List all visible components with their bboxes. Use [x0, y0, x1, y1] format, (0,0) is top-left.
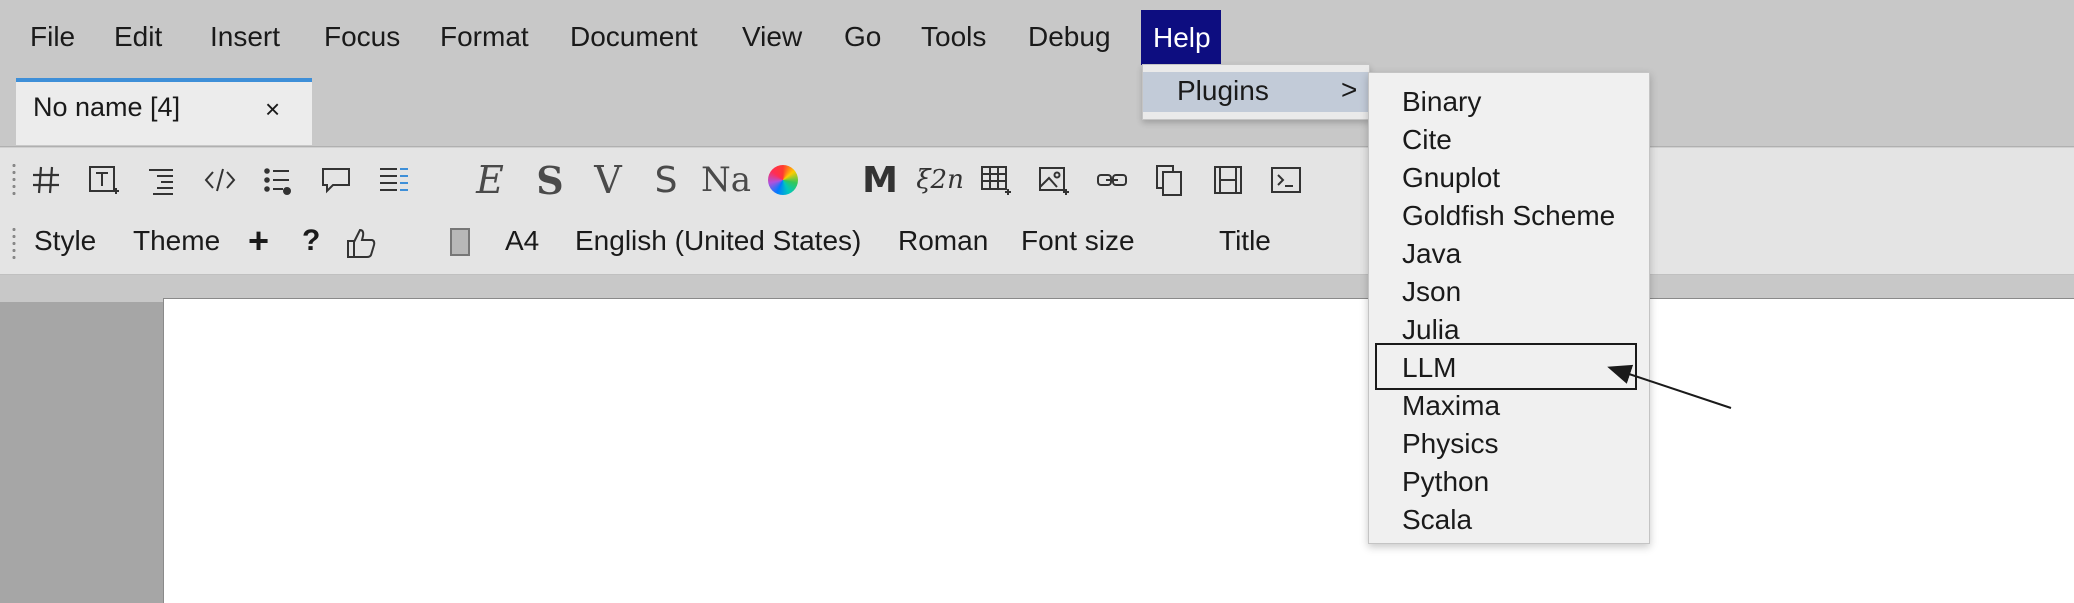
plus-icon[interactable]: +	[248, 220, 269, 262]
icon-toolbar: E S V S Na M ξ2n	[0, 147, 2074, 213]
plugin-binary[interactable]: Binary	[1402, 83, 1481, 121]
toolbar-grip[interactable]	[12, 162, 16, 198]
hash-icon[interactable]	[26, 160, 66, 200]
plugin-cite[interactable]: Cite	[1402, 121, 1452, 159]
menu-document[interactable]: Document	[558, 9, 710, 65]
plugin-json[interactable]: Json	[1402, 273, 1461, 311]
euler-e-icon[interactable]: E	[470, 158, 510, 202]
menu-insert[interactable]: Insert	[198, 9, 292, 65]
table-align-icon[interactable]	[374, 160, 414, 200]
menu-tools[interactable]: Tools	[909, 9, 998, 65]
v-icon[interactable]: V	[588, 158, 628, 202]
tab-bar: No name [4] ×	[0, 76, 2074, 147]
link-icon[interactable]	[1092, 160, 1132, 200]
comment-icon[interactable]	[316, 160, 356, 200]
menu-debug[interactable]: Debug	[1016, 9, 1123, 65]
language-button[interactable]: English (United States)	[575, 225, 861, 257]
plugin-scala[interactable]: Scala	[1402, 501, 1472, 539]
film-icon[interactable]	[1208, 160, 1248, 200]
list-icon[interactable]	[258, 160, 298, 200]
na-icon[interactable]: Na	[700, 160, 752, 200]
plugin-gnuplot[interactable]: Gnuplot	[1402, 159, 1500, 197]
tab-document[interactable]: No name [4] ×	[16, 78, 312, 145]
plugin-physics[interactable]: Physics	[1402, 425, 1498, 463]
bold-s-icon[interactable]: S	[530, 158, 570, 203]
thumbs-up-icon[interactable]	[344, 226, 378, 268]
menu-item-plugins[interactable]: Plugins >	[1143, 72, 1369, 112]
menu-format[interactable]: Format	[428, 9, 541, 65]
plugins-label: Plugins	[1177, 75, 1269, 106]
xi-power-icon[interactable]: ξ2n	[916, 160, 964, 200]
title-button[interactable]: Title	[1219, 225, 1271, 257]
llm-highlight-box	[1375, 343, 1637, 390]
color-wheel-icon[interactable]	[763, 160, 803, 200]
theme-button[interactable]: Theme	[133, 225, 220, 257]
plugin-java[interactable]: Java	[1402, 235, 1461, 273]
m-icon[interactable]: M	[860, 160, 900, 201]
plugins-submenu: Binary Cite Gnuplot Goldfish Scheme Java…	[1368, 72, 1650, 544]
document-page[interactable]	[163, 298, 2074, 603]
menu-help[interactable]: Help	[1141, 10, 1221, 65]
plugin-goldfish-scheme[interactable]: Goldfish Scheme	[1402, 197, 1615, 235]
paper-size-button[interactable]: A4	[505, 225, 539, 257]
chevron-right-icon: >	[1341, 74, 1358, 105]
code-icon[interactable]	[200, 160, 240, 200]
text-box-icon[interactable]	[84, 160, 124, 200]
copy-icon[interactable]	[1150, 160, 1190, 200]
tab-title: No name [4]	[33, 92, 181, 122]
table-insert-icon[interactable]	[976, 160, 1016, 200]
menu-file[interactable]: File	[18, 9, 87, 65]
menu-focus[interactable]: Focus	[312, 9, 412, 65]
font-size-button[interactable]: Font size	[1021, 225, 1135, 257]
menu-go[interactable]: Go	[832, 9, 893, 65]
align-icon[interactable]	[142, 160, 182, 200]
plugin-python[interactable]: Python	[1402, 463, 1489, 501]
question-icon[interactable]: ?	[302, 224, 320, 258]
page-icon[interactable]	[450, 228, 470, 256]
menu-bar: File Edit Insert Focus Format Document V…	[0, 0, 2074, 76]
image-insert-icon[interactable]	[1034, 160, 1074, 200]
terminal-icon[interactable]	[1266, 160, 1306, 200]
format-toolbar: Style Theme + ? A4 English (United State…	[0, 212, 2074, 275]
plugin-maxima[interactable]: Maxima	[1402, 387, 1500, 425]
menu-edit[interactable]: Edit	[102, 9, 174, 65]
style-button[interactable]: Style	[34, 225, 96, 257]
s-icon[interactable]: S	[646, 160, 686, 201]
menu-view[interactable]: View	[730, 9, 814, 65]
font-button[interactable]: Roman	[898, 225, 988, 257]
tab-close-icon[interactable]: ×	[265, 94, 280, 125]
toolbar-grip[interactable]	[12, 226, 16, 260]
help-menu-dropdown: Plugins >	[1142, 64, 1370, 120]
